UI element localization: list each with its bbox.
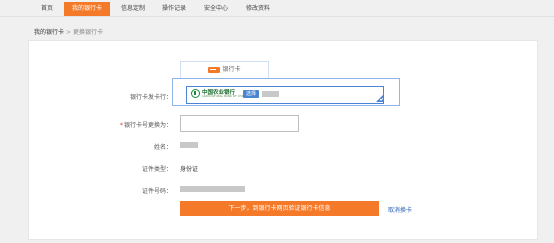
select-bank-button[interactable]: 选择 — [243, 90, 259, 98]
breadcrumb-parent[interactable]: 我的银行卡 — [34, 29, 64, 36]
nav-item-info-customize[interactable]: 信息定制 — [114, 2, 152, 16]
abc-bank-logo-icon — [191, 89, 200, 98]
nav-item-operation-log[interactable]: 操作记录 — [155, 2, 193, 16]
card-number-label-text: 银行卡号更换为： — [123, 122, 172, 129]
cancel-change-card-link[interactable]: 取消换卡 — [388, 205, 412, 214]
name-label: 姓名： — [153, 144, 172, 151]
breadcrumb: 我的银行卡 > 更换银行卡 — [34, 27, 103, 36]
tab-label: 银行卡 — [222, 66, 241, 73]
masked-card-tail — [262, 91, 279, 97]
card-number-input[interactable] — [180, 115, 299, 132]
masked-name — [180, 142, 198, 148]
next-step-button[interactable]: 下一步，到银行卡网页验证银行卡信息 — [180, 201, 379, 216]
id-number-label: 证件号码： — [141, 188, 172, 195]
breadcrumb-separator: > — [66, 29, 72, 36]
required-mark: * — [119, 122, 123, 129]
nav-item-edit-profile[interactable]: 修改资料 — [239, 2, 277, 16]
nav-item-security-center[interactable]: 安全中心 — [197, 2, 235, 16]
top-nav-bar: 首页 我的银行卡 信息定制 操作记录 安全中心 修改资料 — [0, 0, 554, 17]
nav-item-my-bank-card[interactable]: 我的银行卡 — [64, 2, 110, 16]
nav-item-home[interactable]: 首页 — [32, 2, 62, 16]
id-type-value: 身份证 — [180, 166, 199, 173]
card-number-label: *银行卡号更换为： — [92, 120, 172, 129]
issuer-label: 银行卡发卡行： — [129, 94, 172, 101]
id-type-label: 证件类型： — [141, 166, 172, 173]
tab-bank-card[interactable]: 银行卡 — [180, 61, 269, 78]
bank-subtitle: AGRICULTURAL BANK OF CHINA — [202, 95, 247, 98]
masked-id-number — [180, 186, 245, 192]
bank-card-icon — [208, 66, 221, 73]
breadcrumb-current: 更换银行卡 — [73, 29, 104, 36]
